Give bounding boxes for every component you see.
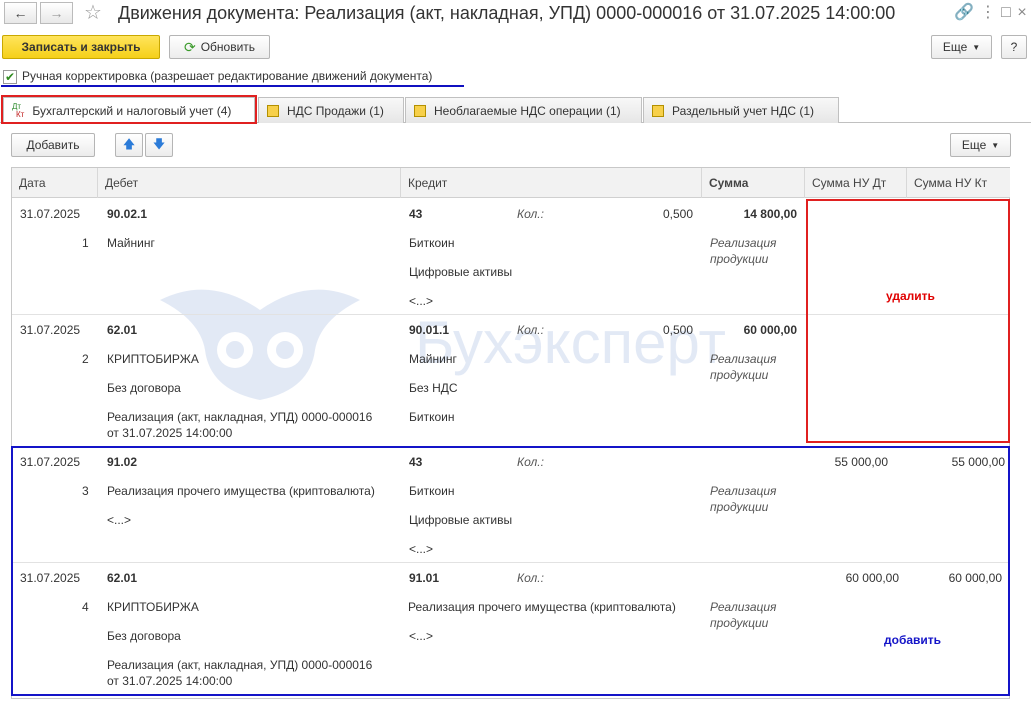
credit-subconto[interactable]: Майнинг bbox=[409, 352, 457, 366]
annotation-add-box bbox=[11, 446, 1010, 696]
tab-vat-exempt-label: Необлагаемые НДС операции (1) bbox=[434, 103, 621, 118]
credit-subconto[interactable]: <...> bbox=[409, 294, 433, 308]
qty-value[interactable]: 0,500 bbox=[600, 207, 693, 221]
back-button[interactable]: ← bbox=[4, 2, 37, 24]
row-number: 1 bbox=[82, 236, 89, 250]
debit-subconto[interactable]: Без договора bbox=[107, 381, 181, 395]
row-content: Реализация bbox=[710, 352, 777, 366]
window-title: Движения документа: Реализация (акт, нак… bbox=[118, 3, 896, 23]
tab-vat-sales[interactable]: НДС Продажи (1) bbox=[258, 97, 404, 123]
help-button[interactable]: ? bbox=[1001, 35, 1027, 59]
more-button[interactable]: Еще ▼ bbox=[931, 35, 992, 59]
save-close-button[interactable]: Записать и закрыть bbox=[2, 35, 160, 59]
debit-subconto[interactable]: от 31.07.2025 14:00:00 bbox=[107, 426, 232, 440]
row-number: 2 bbox=[82, 352, 89, 366]
star-icon[interactable]: ☆ bbox=[84, 1, 102, 25]
col-nu-kt[interactable]: Сумма НУ Кт bbox=[907, 168, 1010, 198]
annotation-tab-highlight bbox=[1, 95, 257, 124]
row-date: 31.07.2025 bbox=[20, 207, 81, 221]
move-down-button[interactable]: 🡇 bbox=[145, 133, 173, 157]
register-icon bbox=[267, 104, 279, 117]
arrow-down-icon: 🡇 bbox=[152, 136, 166, 151]
annotation-underline bbox=[1, 85, 464, 87]
credit-subconto[interactable]: Биткоин bbox=[409, 410, 454, 424]
refresh-icon: ⟳ bbox=[183, 38, 196, 55]
col-date[interactable]: Дата bbox=[12, 168, 98, 198]
forward-button[interactable]: → bbox=[40, 2, 73, 24]
col-nu-dt[interactable]: Сумма НУ Дт bbox=[805, 168, 907, 198]
link-icon[interactable]: 🔗 bbox=[954, 3, 974, 23]
table-more-button[interactable]: Еще ▼ bbox=[950, 133, 1011, 157]
qty-label: Кол.: bbox=[517, 207, 544, 221]
arrow-up-icon: 🡅 bbox=[122, 136, 136, 151]
arrow-right-icon: → bbox=[49, 5, 64, 21]
refresh-label: Обновить bbox=[200, 40, 256, 54]
row-content: Реализация bbox=[710, 236, 777, 250]
register-icon bbox=[414, 104, 426, 117]
col-credit[interactable]: Кредит bbox=[401, 168, 702, 198]
chevron-down-icon: ▼ bbox=[972, 42, 981, 52]
add-row-button[interactable]: Добавить bbox=[11, 133, 95, 157]
debit-subconto[interactable]: Реализация (акт, накладная, УПД) 0000-00… bbox=[107, 410, 372, 424]
close-icon[interactable]: × bbox=[1012, 3, 1031, 23]
credit-subconto[interactable]: Цифровые активы bbox=[409, 265, 512, 279]
title-bar: ← → ☆ Движения документа: Реализация (ак… bbox=[0, 0, 1031, 28]
annotation-add-label: добавить bbox=[884, 633, 942, 647]
register-icon bbox=[652, 104, 664, 117]
tab-vat-exempt[interactable]: Необлагаемые НДС операции (1) bbox=[405, 97, 642, 123]
debit-account[interactable]: 62.01 bbox=[107, 323, 137, 337]
tab-separate-vat[interactable]: Раздельный учет НДС (1) bbox=[643, 97, 839, 123]
qty-value[interactable]: 0,500 bbox=[600, 323, 693, 337]
manual-edit-checkbox[interactable]: ✔ bbox=[3, 70, 17, 84]
credit-account[interactable]: 43 bbox=[409, 207, 422, 221]
tab-separate-vat-label: Раздельный учет НДС (1) bbox=[672, 103, 815, 118]
col-sum[interactable]: Сумма bbox=[702, 168, 805, 198]
debit-account[interactable]: 90.02.1 bbox=[107, 207, 147, 221]
more-vertical-icon[interactable]: ⋮ bbox=[978, 3, 998, 23]
check-icon: ✔ bbox=[4, 70, 16, 84]
refresh-button[interactable]: ⟳ Обновить bbox=[169, 35, 270, 59]
manual-edit-label[interactable]: Ручная корректировка (разрешает редактир… bbox=[22, 69, 432, 83]
debit-subconto[interactable]: Майнинг bbox=[107, 236, 155, 250]
debit-subconto[interactable]: КРИПТОБИРЖА bbox=[107, 352, 199, 366]
credit-subconto[interactable]: Без НДС bbox=[409, 381, 458, 395]
credit-subconto[interactable]: Биткоин bbox=[409, 236, 454, 250]
row-sum[interactable]: 14 800,00 bbox=[700, 207, 797, 221]
row-content: продукции bbox=[710, 252, 769, 266]
annotation-delete-box bbox=[806, 199, 1010, 443]
col-debit[interactable]: Дебет bbox=[98, 168, 401, 198]
row-content: продукции bbox=[710, 368, 769, 382]
chevron-down-icon: ▼ bbox=[991, 140, 1000, 150]
row-sum[interactable]: 60 000,00 bbox=[700, 323, 797, 337]
more-label: Еще bbox=[942, 40, 968, 54]
tab-vat-sales-label: НДС Продажи (1) bbox=[287, 103, 384, 118]
arrow-left-icon: ← bbox=[13, 5, 28, 21]
table-more-label: Еще bbox=[961, 138, 987, 152]
qty-label: Кол.: bbox=[517, 323, 544, 337]
row-date: 31.07.2025 bbox=[20, 323, 81, 337]
annotation-delete-label: удалить bbox=[886, 289, 935, 303]
credit-account[interactable]: 90.01.1 bbox=[409, 323, 449, 337]
move-up-button[interactable]: 🡅 bbox=[115, 133, 143, 157]
